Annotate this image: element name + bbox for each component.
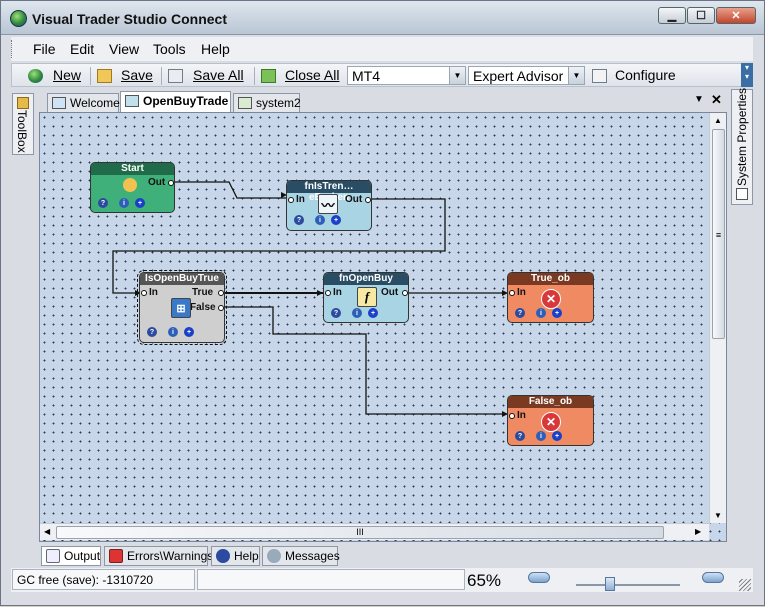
port-in[interactable]: [325, 290, 331, 296]
node-title: Start: [91, 163, 174, 175]
help-icon: [216, 549, 230, 563]
add-icon[interactable]: +: [331, 215, 341, 225]
node-title: fnOpenBuy: [324, 273, 408, 285]
node-fnopenbuy[interactable]: fnOpenBuy In f Out ? i +: [323, 272, 409, 323]
horizontal-scrollbar[interactable]: ◀ III ▶: [40, 523, 709, 540]
scroll-down-icon[interactable]: ▼: [714, 511, 722, 520]
bottom-panel-tabs: Output Errors\Warnings Help Messages: [41, 546, 501, 566]
port-false-label: False: [190, 302, 216, 313]
help-icon[interactable]: ?: [515, 308, 525, 318]
help-icon[interactable]: ?: [98, 198, 108, 208]
main-window: Visual Trader Studio Connect ▁ ☐ ✕ File …: [0, 0, 765, 606]
zoom-out-button[interactable]: [528, 572, 550, 583]
tab-label: Errors\Warnings: [127, 549, 214, 563]
tab-output[interactable]: Output: [41, 546, 101, 566]
zoom-in-button[interactable]: [702, 572, 724, 583]
port-in-label: In: [333, 287, 342, 298]
port-in-label: In: [517, 287, 526, 298]
add-icon[interactable]: +: [552, 308, 562, 318]
vertical-scroll-thumb[interactable]: ≡: [712, 129, 725, 339]
add-icon[interactable]: +: [368, 308, 378, 318]
add-icon[interactable]: +: [184, 327, 194, 337]
node-start[interactable]: Start Out ? i +: [90, 162, 175, 213]
horizontal-scroll-thumb[interactable]: III: [56, 526, 664, 539]
info-icon[interactable]: i: [315, 215, 325, 225]
output-icon: [46, 549, 60, 563]
node-true-ob[interactable]: True_ob In ✕ ? i +: [507, 272, 594, 323]
info-icon[interactable]: i: [119, 198, 129, 208]
node-false-ob[interactable]: False_ob In ✕ ? i +: [507, 395, 594, 446]
connector-false-falseob: [224, 306, 508, 415]
port-in-label: In: [149, 287, 158, 298]
vertical-scrollbar[interactable]: ▲ ≡ ▼: [709, 113, 726, 523]
add-icon[interactable]: +: [135, 198, 145, 208]
zoom-slider-thumb[interactable]: [605, 577, 615, 591]
port-out-label: Out: [148, 177, 166, 188]
help-icon[interactable]: ?: [147, 327, 157, 337]
add-icon[interactable]: +: [552, 431, 562, 441]
scroll-up-icon[interactable]: ▲: [714, 116, 722, 125]
tab-messages[interactable]: Messages: [262, 546, 340, 566]
scroll-left-icon[interactable]: ◀: [44, 527, 50, 536]
status-bar: GC free (save): -1310720: [11, 568, 753, 592]
port-out-label: Out: [345, 194, 363, 205]
port-out[interactable]: [168, 180, 174, 186]
info-icon[interactable]: i: [352, 308, 362, 318]
port-true-label: True: [192, 287, 214, 298]
info-icon[interactable]: i: [536, 308, 546, 318]
node-title: True_ob: [508, 273, 593, 285]
messages-icon: [267, 549, 281, 563]
stop-icon: ✕: [541, 412, 561, 432]
connector-start-trend: [174, 181, 287, 199]
info-icon[interactable]: i: [536, 431, 546, 441]
port-out-label: Out: [381, 287, 399, 298]
person-icon: [123, 178, 137, 192]
chart-icon: 〰: [318, 194, 338, 214]
tab-label: Output: [64, 549, 101, 563]
port-out[interactable]: [402, 290, 408, 296]
info-icon[interactable]: i: [168, 327, 178, 337]
function-icon: f: [357, 287, 377, 307]
port-in-label: In: [517, 410, 526, 421]
port-in[interactable]: [509, 290, 515, 296]
node-isopenbuytrue[interactable]: IsOpenBuyTrue In True False ⊞ ? i +: [137, 270, 227, 345]
tab-label: Messages: [285, 549, 340, 563]
node-title: IsOpenBuyTrue: [140, 273, 224, 285]
gc-status: GC free (save): -1310720: [12, 569, 195, 590]
node-title: fnIsTren…eBroken: [287, 181, 371, 203]
status-panel: [197, 569, 465, 590]
resize-grip[interactable]: [739, 579, 751, 591]
port-in[interactable]: [141, 290, 147, 296]
tab-label: Help: [234, 549, 259, 563]
tab-help[interactable]: Help: [211, 546, 260, 566]
port-in-label: In: [296, 194, 305, 205]
port-in[interactable]: [509, 413, 515, 419]
scroll-right-icon[interactable]: ▶: [695, 527, 701, 536]
zoom-slider-track[interactable]: [576, 584, 680, 586]
node-trend-broken[interactable]: fnIsTren…eBroken In 〰 Out ? i +: [286, 180, 372, 231]
port-false[interactable]: [218, 305, 224, 311]
node-title: False_ob: [508, 396, 593, 408]
error-icon: [109, 549, 123, 563]
port-out[interactable]: [365, 197, 371, 203]
port-in[interactable]: [288, 197, 294, 203]
port-true[interactable]: [218, 290, 224, 296]
help-icon[interactable]: ?: [294, 215, 304, 225]
help-icon[interactable]: ?: [331, 308, 341, 318]
decision-icon: ⊞: [171, 298, 191, 318]
zoom-level: 65%: [467, 571, 502, 590]
stop-icon: ✕: [541, 289, 561, 309]
help-icon[interactable]: ?: [515, 431, 525, 441]
tab-errors-warnings[interactable]: Errors\Warnings: [104, 546, 213, 566]
